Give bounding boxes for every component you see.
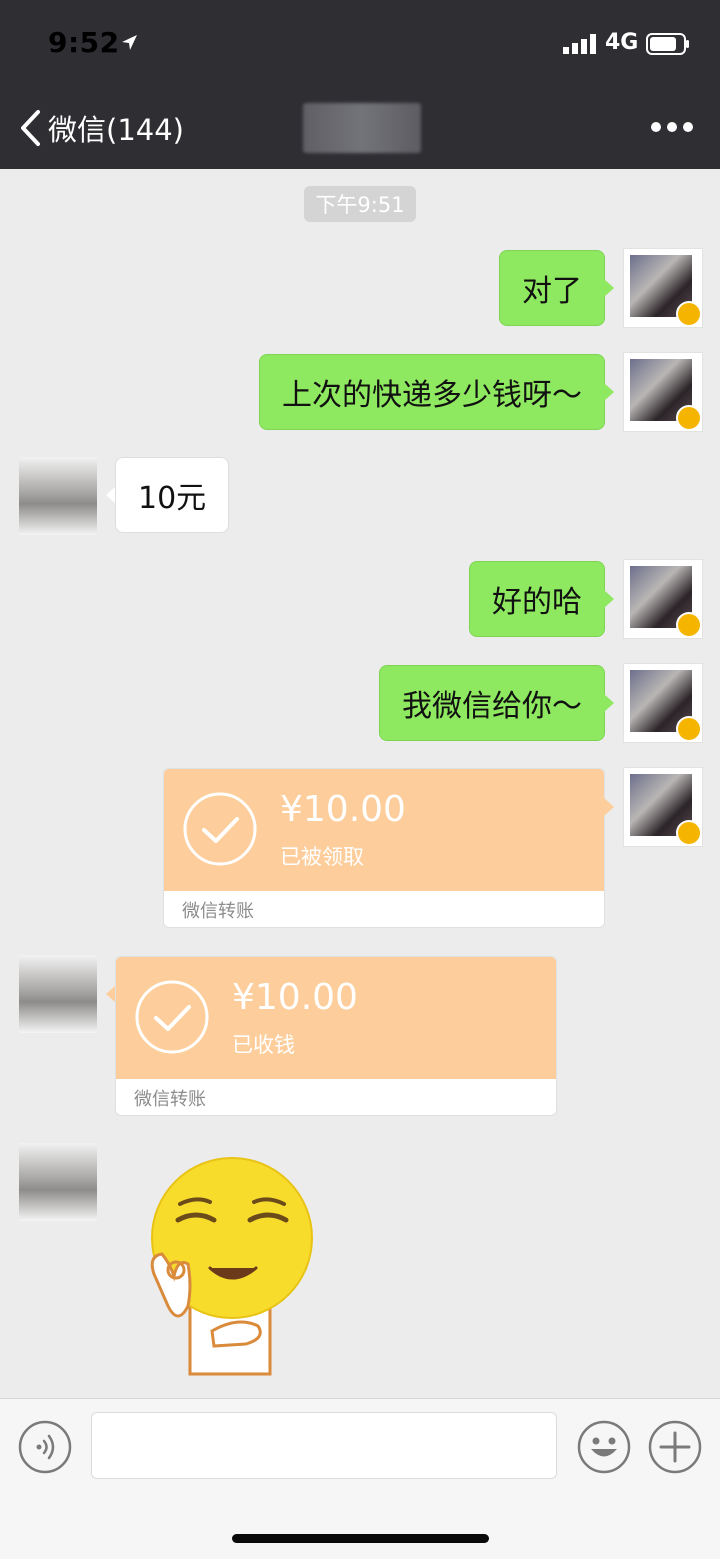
ok-emoji-sticker[interactable] (148, 1156, 318, 1376)
bubble-tail (604, 590, 614, 608)
emoji-icon[interactable] (577, 1420, 631, 1474)
message-bubble-sent[interactable]: 我微信给你～ (379, 665, 605, 741)
more-options-icon[interactable] (648, 112, 696, 142)
back-button[interactable]: 微信(144) (18, 104, 184, 152)
chevron-left-icon (21, 110, 40, 146)
plus-icon[interactable] (648, 1420, 702, 1474)
message-bubble-sent[interactable]: 上次的快递多少钱呀～ (259, 354, 605, 430)
my-avatar[interactable] (624, 353, 702, 431)
my-avatar[interactable] (624, 560, 702, 638)
check-circle-icon (183, 792, 257, 866)
timestamp-chip: 下午9:51 (304, 186, 416, 222)
transfer-card-received[interactable]: ¥10.00 已收钱 微信转账 (115, 956, 557, 1116)
back-label: 微信(144) (48, 113, 184, 147)
transfer-status: 已收钱 (232, 1033, 295, 1057)
transfer-card-sent[interactable]: ¥10.00 已被领取 微信转账 (163, 768, 605, 928)
message-bubble-sent[interactable]: 好的哈 (469, 561, 605, 637)
location-arrow-icon (122, 35, 137, 50)
my-avatar[interactable] (624, 768, 702, 846)
message-bubble-received[interactable]: 10元 (115, 457, 230, 533)
bubble-tail (604, 798, 614, 816)
signal-icon (563, 34, 596, 54)
contact-name-blurred (303, 103, 421, 153)
network-type: 4G (605, 30, 639, 55)
bubble-tail (604, 383, 614, 401)
contact-avatar[interactable] (19, 955, 97, 1033)
transfer-amount: ¥10.00 (280, 789, 406, 830)
transfer-amount: ¥10.00 (232, 977, 358, 1018)
my-avatar[interactable] (624, 664, 702, 742)
home-indicator (232, 1534, 489, 1543)
my-avatar[interactable] (624, 249, 702, 327)
contact-avatar[interactable] (19, 457, 97, 535)
transfer-brand: 微信转账 (134, 1089, 206, 1110)
contact-avatar[interactable] (19, 1143, 97, 1221)
message-bubble-sent[interactable]: 对了 (499, 250, 605, 326)
status-time: 9:52 (48, 26, 120, 59)
transfer-brand: 微信转账 (182, 901, 254, 922)
message-input[interactable] (91, 1412, 557, 1479)
bubble-tail (604, 279, 614, 297)
voice-input-icon[interactable] (18, 1420, 72, 1474)
transfer-status: 已被领取 (280, 845, 364, 869)
bubble-tail (604, 694, 614, 712)
check-circle-icon (135, 980, 209, 1054)
battery-icon (646, 33, 689, 55)
